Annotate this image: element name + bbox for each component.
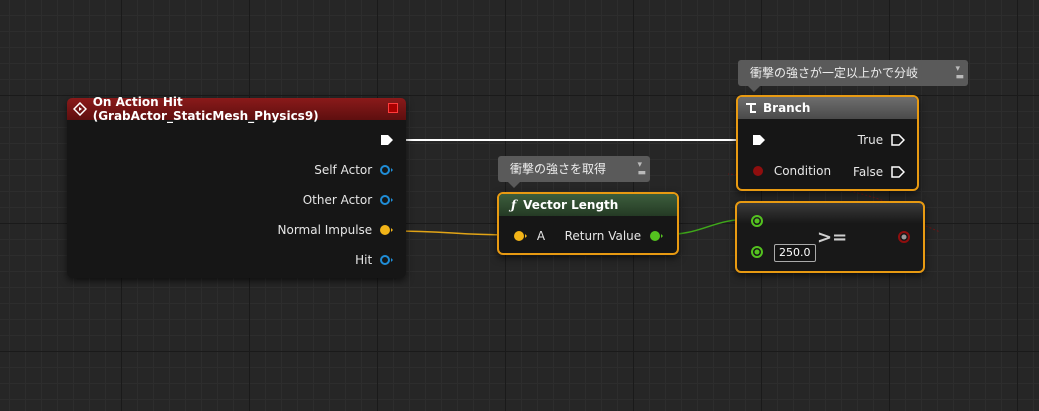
branch-node-header[interactable]: Branch [738,97,917,119]
bool-pin-icon[interactable] [752,165,764,177]
pin-true[interactable]: True [857,133,906,147]
comment-pin-icon[interactable]: ▾ ▬ [637,161,646,178]
float-pin-icon[interactable] [649,230,665,242]
event-node-on-actor-hit[interactable]: On Action Hit (GrabActor_StaticMesh_Phys… [67,95,406,278]
event-diamond-icon [73,102,87,116]
object-pin-icon[interactable] [380,194,394,206]
pin-label-normal-impulse: Normal Impulse [277,223,373,237]
pin-label-hit: Hit [355,253,373,267]
branch-node[interactable]: Branch True Condition False [736,95,919,191]
vector-length-title: Vector Length [523,198,619,212]
pin-normal-impulse[interactable]: Normal Impulse [278,223,394,237]
compare-value-input[interactable]: 250.0 [774,244,816,262]
pin-label-other-actor: Other Actor [302,193,373,207]
pin-label-condition: Condition [773,164,832,178]
branch-node-title: Branch [763,101,811,115]
pin-hit[interactable]: Hit [355,253,394,267]
comment-vector-text: 衝撃の強さを取得 [510,162,607,176]
event-node-header[interactable]: On Action Hit (GrabActor_StaticMesh_Phys… [67,95,406,123]
vector-length-header[interactable]: ƒ Vector Length [499,194,677,216]
vector-length-node[interactable]: ƒ Vector Length A Return Value [497,192,679,255]
struct-pin-icon[interactable] [380,254,394,266]
exec-out-pin-icon[interactable] [380,134,394,146]
pin-condition[interactable]: Condition [752,164,831,178]
object-pin-icon[interactable] [380,164,394,176]
pin-label-a: A [536,229,546,243]
pin-self-actor[interactable]: Self Actor [314,163,394,177]
compare-node[interactable]: 250.0 >= [735,201,925,273]
exec-in-pin-icon[interactable] [752,134,766,146]
branch-icon [746,103,756,113]
pin-label-self-actor: Self Actor [314,163,373,177]
pin-a[interactable]: A [513,229,545,243]
comment-branch-text: 衝撃の強さが一定以上かで分岐 [750,66,919,80]
delegate-pin-icon[interactable] [388,103,398,113]
float-in-pin-icon[interactable] [750,214,764,228]
pin-return-value[interactable]: Return Value [565,229,665,243]
comment-vector[interactable]: 衝撃の強さを取得 ▾ ▬ [498,156,650,188]
bool-out-pin-icon[interactable] [897,230,911,244]
struct-pin-icon[interactable] [513,230,529,242]
comment-pin-icon[interactable]: ▾ ▬ [955,65,964,82]
exec-out-pin-icon[interactable] [891,134,906,146]
function-icon: ƒ [511,198,517,212]
pin-other-actor[interactable]: Other Actor [303,193,394,207]
exec-out-pin-icon[interactable] [891,166,906,178]
event-node-title: On Action Hit (GrabActor_StaticMesh_Phys… [92,95,319,123]
pin-false[interactable]: False [853,165,906,179]
struct-pin-icon[interactable] [380,224,394,236]
normal-impulse-wire[interactable] [389,230,513,236]
pin-label-return-value: Return Value [564,229,642,243]
compare-operator: >= [817,227,848,248]
float-in-pin-icon[interactable] [750,245,764,259]
pin-label-true: True [857,133,884,147]
comment-branch[interactable]: 衝撃の強さが一定以上かで分岐 ▾ ▬ [738,60,968,92]
pin-label-false: False [853,165,884,179]
